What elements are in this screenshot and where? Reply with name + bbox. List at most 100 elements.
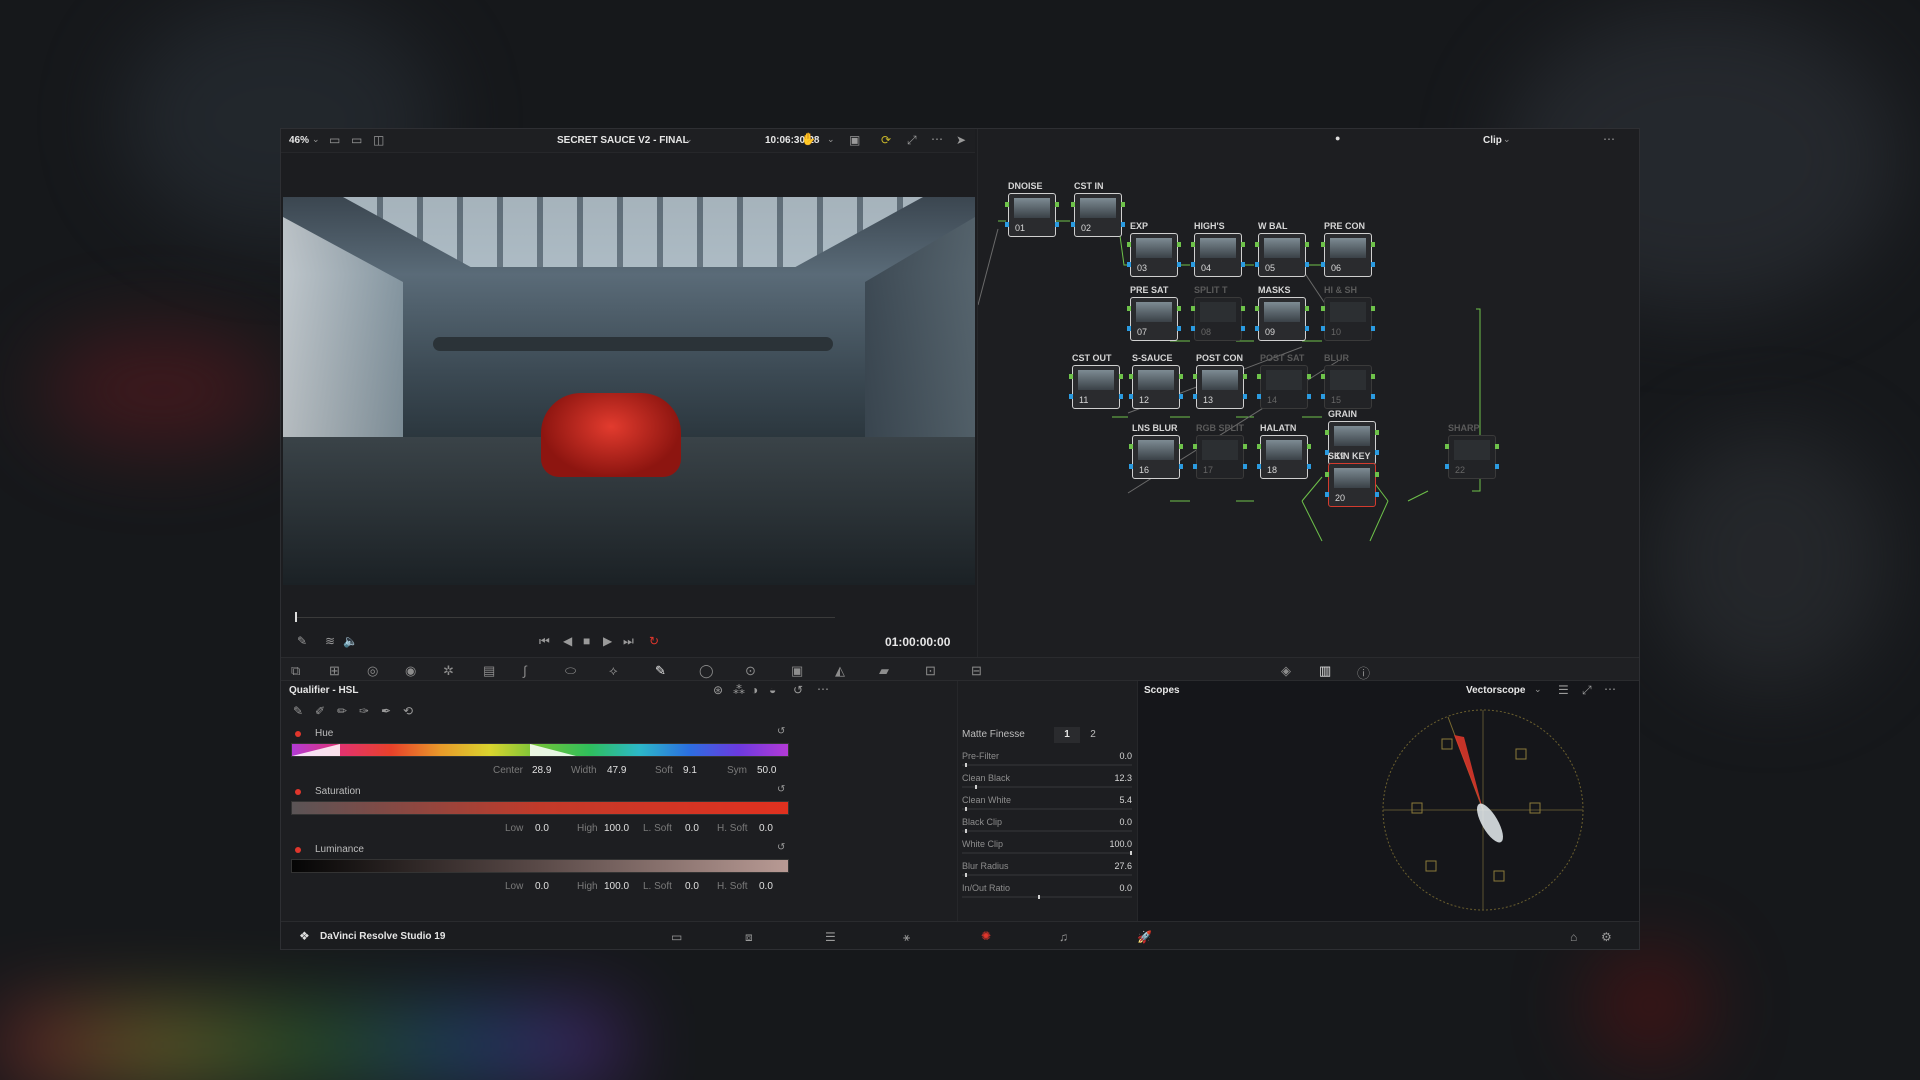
more-options-icon[interactable]: ⋯ (1603, 133, 1615, 145)
node-key-input-pin[interactable] (1445, 464, 1449, 469)
node-output-pin[interactable] (1179, 374, 1183, 379)
stop-icon[interactable]: ■ (583, 635, 590, 647)
matte-finesse-row[interactable]: Clean White 5.4 (962, 795, 1132, 817)
matte-param-slider[interactable] (962, 874, 1132, 876)
saturation-enable-dot[interactable] (295, 789, 301, 795)
node-key-input-pin[interactable] (1005, 222, 1009, 227)
node-key-output-pin[interactable] (1371, 394, 1375, 399)
matte-finesse-row[interactable]: Clean Black 12.3 (962, 773, 1132, 795)
node-key-input-pin[interactable] (1071, 222, 1075, 227)
matte-tab-2[interactable]: 2 (1080, 727, 1106, 743)
node-input-pin[interactable] (1325, 472, 1329, 477)
node-input-pin[interactable] (1255, 242, 1259, 247)
node-output-pin[interactable] (1241, 306, 1245, 311)
layout-single-icon[interactable]: ▭ (329, 134, 340, 146)
lum-mode-icon[interactable]: ◑ (751, 684, 758, 696)
hue-width-value[interactable]: 47.9 (607, 765, 626, 776)
node-input-pin[interactable] (1129, 444, 1133, 449)
saturation-low-value[interactable]: 0.0 (535, 823, 549, 834)
pointer-icon[interactable]: ➤ (956, 134, 966, 146)
qualifier-icon[interactable]: ✎ (655, 663, 666, 679)
node-key-output-pin[interactable] (1305, 326, 1309, 331)
node-key-output-pin[interactable] (1179, 464, 1183, 469)
reset-icon[interactable]: ↺ (777, 785, 785, 795)
window-icon[interactable]: ◯ (699, 663, 714, 679)
magic-mask-icon[interactable]: ▣ (791, 663, 803, 679)
warper-icon[interactable]: ⟡ (609, 663, 618, 679)
node-input-pin[interactable] (1005, 202, 1009, 207)
node-key-output-pin[interactable] (1495, 464, 1499, 469)
tracker-icon[interactable]: ⊙ (745, 663, 756, 679)
node-output-pin[interactable] (1243, 374, 1247, 379)
node-output-pin[interactable] (1243, 444, 1247, 449)
node-key-output-pin[interactable] (1307, 464, 1311, 469)
color-node[interactable]: 04 (1191, 233, 1245, 277)
matte-param-slider[interactable] (962, 808, 1132, 810)
luminance-hsoft-value[interactable]: 0.0 (759, 881, 773, 892)
node-key-output-pin[interactable] (1305, 262, 1309, 267)
deliver-page-icon[interactable]: 🚀 (1137, 931, 1152, 943)
rgb-mixer-icon[interactable]: ◉ (405, 663, 416, 679)
node-key-input-pin[interactable] (1325, 492, 1329, 497)
slider-handle[interactable] (965, 807, 967, 811)
node-key-output-pin[interactable] (1375, 492, 1379, 497)
node-output-pin[interactable] (1371, 242, 1375, 247)
scopes-icon[interactable]: ▥ (1319, 663, 1331, 679)
go-to-start-icon[interactable]: ⏮ (539, 635, 550, 647)
home-icon[interactable]: ⌂ (1570, 931, 1577, 943)
slider-handle[interactable] (965, 829, 967, 833)
color-node[interactable]: 15 (1321, 365, 1375, 409)
node-output-pin[interactable] (1119, 374, 1123, 379)
node-input-pin[interactable] (1191, 306, 1195, 311)
saturation-high-value[interactable]: 100.0 (604, 823, 629, 834)
matte-param-value[interactable]: 100.0 (1109, 839, 1132, 849)
cut-page-icon[interactable]: ⧈ (745, 931, 753, 943)
chevron-down-icon[interactable]: ⌄ (827, 135, 835, 144)
key-icon[interactable]: ▰ (879, 663, 889, 679)
node-key-output-pin[interactable] (1177, 326, 1181, 331)
hue-range-bar[interactable] (291, 743, 789, 757)
play-reverse-icon[interactable]: ◀ (563, 635, 572, 647)
node-key-input-pin[interactable] (1255, 326, 1259, 331)
eyedropper-plus-icon[interactable]: ✏ (337, 705, 347, 717)
saturation-lsoft-value[interactable]: 0.0 (685, 823, 699, 834)
volume-icon[interactable]: 🔈 (343, 635, 358, 647)
node-key-output-pin[interactable] (1179, 394, 1183, 399)
node-editor[interactable]: DNOISE 01 CST IN 02 EXP 03 HIGH'S 04 W BAL 05 PRE … (977, 129, 1639, 657)
viewer-image[interactable] (283, 197, 975, 585)
matte-param-value[interactable]: 0.0 (1119, 751, 1132, 761)
node-input-pin[interactable] (1445, 444, 1449, 449)
color-match-icon[interactable]: ⊞ (329, 663, 340, 679)
reset-icon[interactable]: ↺ (777, 727, 785, 737)
matte-param-value[interactable]: 0.0 (1119, 883, 1132, 893)
node-input-pin[interactable] (1257, 444, 1261, 449)
layers-icon[interactable]: ≋ (325, 635, 335, 647)
node-input-pin[interactable] (1127, 242, 1131, 247)
slider-handle[interactable] (1130, 851, 1132, 855)
motion-effects-icon[interactable]: ✲ (443, 663, 454, 679)
node-input-pin[interactable] (1191, 242, 1195, 247)
matte-param-slider[interactable] (962, 786, 1132, 788)
matte-finesse-row[interactable]: Black Clip 0.0 (962, 817, 1132, 839)
expand-icon[interactable]: ⤢ (1582, 684, 1592, 696)
bypass-icon[interactable]: ⟳ (881, 134, 891, 146)
more-options-icon[interactable]: ⋯ (817, 683, 829, 695)
3d-icon[interactable]: ⊟ (971, 663, 982, 679)
slider-handle[interactable] (975, 785, 977, 789)
lightbox-icon[interactable]: ◈ (1281, 663, 1291, 679)
chevron-down-icon[interactable]: ⌄ (1534, 685, 1542, 694)
node-input-pin[interactable] (1071, 202, 1075, 207)
hue-soft-value[interactable]: 9.1 (683, 765, 697, 776)
node-key-output-pin[interactable] (1243, 394, 1247, 399)
node-key-output-pin[interactable] (1371, 326, 1375, 331)
info-icon[interactable]: ⓘ (1357, 663, 1370, 682)
matte-tab-1[interactable]: 1 (1054, 727, 1080, 743)
node-input-pin[interactable] (1257, 374, 1261, 379)
luminance-enable-dot[interactable] (295, 847, 301, 853)
color-node[interactable]: 11 (1069, 365, 1123, 409)
slider-handle[interactable] (965, 763, 967, 767)
luminance-range-bar[interactable] (291, 859, 789, 873)
node-output-pin[interactable] (1179, 444, 1183, 449)
selection-mode-icon[interactable]: ⊛ (713, 684, 723, 696)
color-warper-icon[interactable]: ⬭ (565, 663, 576, 679)
